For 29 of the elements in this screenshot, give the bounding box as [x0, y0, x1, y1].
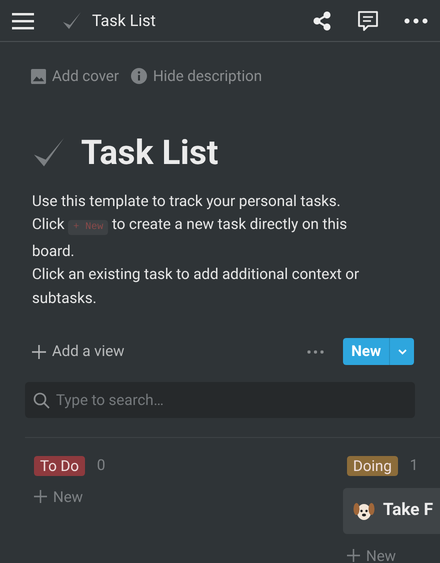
status-tag: Doing: [347, 456, 398, 476]
page-title: Task List: [92, 10, 156, 32]
more-icon[interactable]: [404, 18, 428, 24]
count-label: 0: [96, 456, 106, 476]
image-icon: [31, 68, 46, 84]
plus-icon: [347, 549, 360, 562]
menu-icon[interactable]: [12, 12, 34, 30]
status-tag: To Do: [34, 456, 85, 476]
dog-face-icon: [353, 500, 375, 520]
add-cover-button[interactable]: Add cover: [31, 65, 119, 88]
card-title: Take F: [383, 498, 434, 522]
search-icon: [33, 392, 50, 409]
info-icon: [130, 68, 147, 84]
search-field[interactable]: Type to search…: [25, 382, 415, 418]
plus-icon: [32, 344, 46, 358]
description-text: Click + New to create a new task directly on this board.: [32, 214, 348, 262]
new-card-button[interactable]: New: [34, 488, 83, 506]
page-heading: Task List: [81, 136, 218, 170]
share-icon[interactable]: [312, 10, 332, 30]
task-card[interactable]: Take F: [343, 488, 440, 534]
plus-icon: [34, 490, 47, 503]
description-text: Use this template to track your personal tasks.: [32, 190, 342, 212]
new-card-button[interactable]: New: [347, 546, 396, 563]
hide-description-button[interactable]: Hide description: [130, 65, 262, 88]
comment-icon[interactable]: [356, 8, 380, 32]
chevron-down-icon: [398, 348, 406, 354]
count-label: 1: [410, 456, 418, 476]
description-text: Click an existing task to add additional context or subtasks.: [32, 264, 360, 308]
add-view-button[interactable]: Add a view: [32, 340, 124, 363]
